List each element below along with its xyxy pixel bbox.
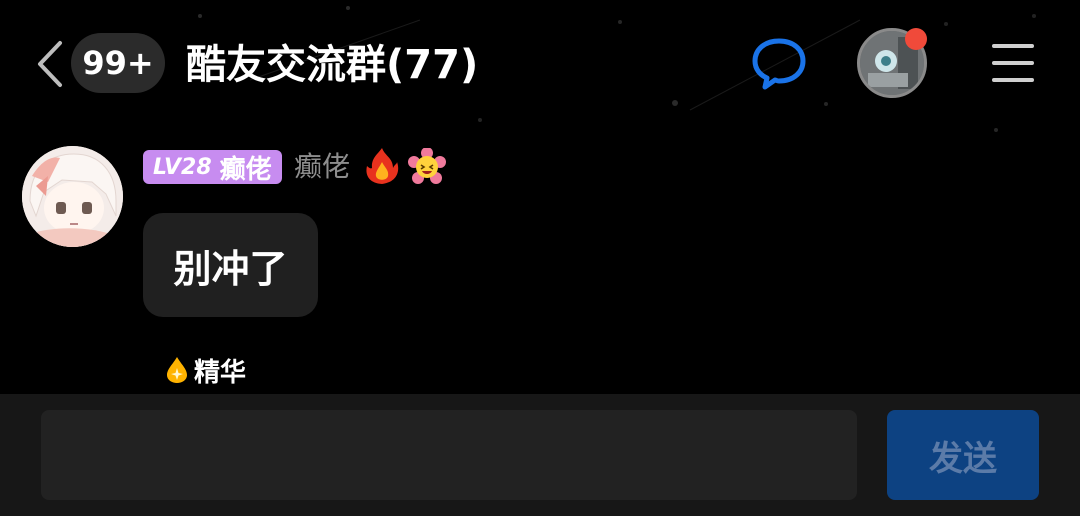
sender-avatar-image (22, 146, 123, 247)
essence-drop-icon (167, 357, 187, 383)
send-button[interactable]: 发送 (887, 410, 1039, 500)
menu-button[interactable] (990, 42, 1036, 84)
chat-button[interactable] (750, 36, 808, 92)
level-tag: LV28 癫佬 (143, 150, 282, 185)
fire-icon (366, 148, 399, 184)
chevron-left-icon (38, 41, 62, 87)
group-title: 酷友交流群(77) (186, 42, 479, 88)
notification-dot (905, 28, 927, 50)
chat-header: 99+ 酷友交流群(77) (0, 0, 1080, 130)
hamburger-menu-icon (992, 44, 1034, 82)
title-tag-label: 癫佬 (219, 154, 272, 185)
flower-icon (408, 148, 446, 184)
message-input[interactable] (41, 410, 857, 500)
essence-label: 精华 (194, 357, 247, 388)
input-bar: 发送 (0, 394, 1080, 516)
chat-bubble-icon (752, 38, 806, 90)
message-bubble[interactable]: 别冲了 (143, 213, 318, 317)
sender-nickname[interactable]: 癫佬 (294, 148, 350, 186)
sender-avatar[interactable] (22, 146, 123, 247)
essence-tag[interactable]: 精华 (166, 352, 246, 388)
level-label: LV28 (153, 154, 212, 180)
unread-count-badge[interactable]: 99+ (71, 33, 165, 93)
back-button[interactable] (30, 36, 70, 92)
